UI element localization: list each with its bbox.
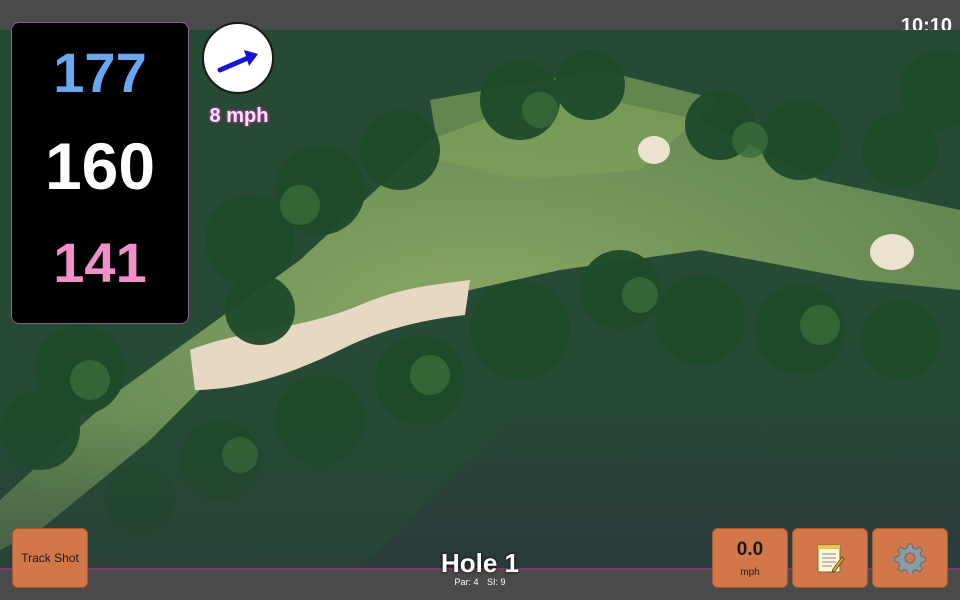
track-shot-label: Track Shot bbox=[21, 551, 79, 565]
notepad-icon bbox=[817, 544, 845, 573]
speed-button[interactable]: 0.0 mph bbox=[712, 528, 788, 588]
notes-button[interactable] bbox=[792, 528, 868, 588]
track-shot-button[interactable]: Track Shot bbox=[12, 528, 88, 588]
wind-indicator bbox=[202, 22, 274, 94]
par-label: Par: 4 bbox=[454, 577, 479, 587]
speed-value: 0.0 bbox=[736, 539, 764, 560]
distance-panel: 177 160 141 bbox=[11, 22, 189, 324]
hole-meta: Par: 4 SI: 9 bbox=[380, 577, 580, 588]
back-distance: 177 bbox=[53, 41, 147, 104]
stroke-index-label: SI: 9 bbox=[487, 577, 506, 587]
center-distance: 160 bbox=[44, 129, 156, 203]
speed-unit: mph bbox=[740, 567, 760, 578]
gear-icon bbox=[894, 543, 926, 574]
arrow-icon bbox=[217, 50, 258, 73]
wind-speed: 8 mph bbox=[209, 105, 269, 127]
settings-button[interactable] bbox=[872, 528, 948, 588]
hole-title: Hole 1 bbox=[440, 548, 520, 578]
front-distance: 141 bbox=[53, 231, 147, 294]
